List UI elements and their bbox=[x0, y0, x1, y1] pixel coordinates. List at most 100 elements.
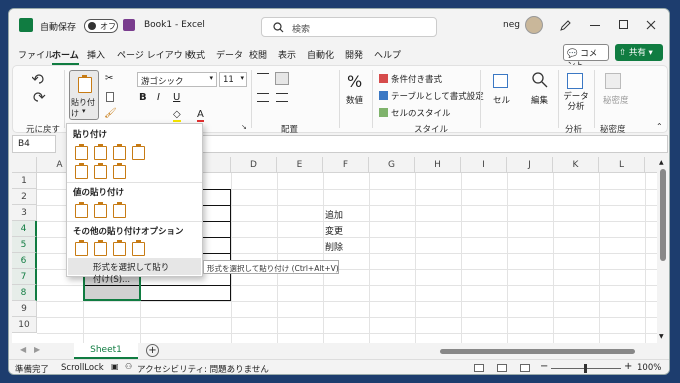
maximize-button[interactable] bbox=[619, 20, 628, 29]
sensitivity-button[interactable]: 秘密度 bbox=[603, 94, 629, 106]
table-format-button[interactable]: テーブルとして書式設定 bbox=[391, 90, 484, 102]
row-header-1[interactable]: 1 bbox=[12, 173, 37, 189]
edit-button[interactable]: 編集 bbox=[531, 94, 548, 106]
name-box[interactable]: B4 bbox=[12, 135, 56, 153]
tab-file[interactable]: ファイル bbox=[18, 48, 54, 61]
select-all-corner[interactable] bbox=[12, 157, 37, 173]
scroll-down-icon[interactable]: ▼ bbox=[659, 333, 664, 340]
cell-f3[interactable]: 追加 bbox=[325, 208, 343, 221]
align-center-button[interactable] bbox=[276, 93, 288, 102]
tab-view[interactable]: 表示 bbox=[278, 48, 296, 61]
scroll-thumb[interactable] bbox=[660, 169, 666, 261]
zoom-level[interactable]: 100% bbox=[637, 363, 661, 373]
tab-review[interactable]: 校閲 bbox=[249, 48, 267, 61]
status-accessibility[interactable]: アクセシビリティ: 問題ありません bbox=[137, 363, 269, 374]
paste-special-item[interactable]: 形式を選択して貼り付け(S)... bbox=[68, 258, 201, 285]
row-header-3[interactable]: 3 bbox=[12, 205, 37, 221]
underline-button[interactable]: U bbox=[173, 92, 180, 103]
redo-icon[interactable] bbox=[32, 91, 46, 103]
paste-values-icon[interactable] bbox=[75, 202, 88, 218]
next-sheet-icon[interactable]: ▶ bbox=[34, 345, 40, 354]
paste-picture-icon[interactable] bbox=[113, 240, 126, 256]
bold-button[interactable]: B bbox=[139, 92, 147, 103]
page-break-view-icon[interactable] bbox=[520, 364, 530, 372]
tab-insert[interactable]: 挿入 bbox=[87, 48, 105, 61]
avatar[interactable] bbox=[525, 16, 543, 34]
paste-option-icon[interactable] bbox=[75, 144, 88, 160]
align-top-button[interactable] bbox=[257, 73, 269, 83]
col-header-m[interactable] bbox=[645, 157, 657, 173]
paste-values-source-icon[interactable] bbox=[113, 202, 126, 218]
row-header-4[interactable]: 4 bbox=[12, 221, 37, 237]
zoom-in-button[interactable]: + bbox=[624, 361, 632, 372]
col-header-k[interactable]: K bbox=[553, 157, 599, 173]
prev-sheet-icon[interactable]: ◀ bbox=[20, 345, 26, 354]
paste-keep-widths-icon[interactable] bbox=[94, 163, 107, 179]
row-header-9[interactable]: 9 bbox=[12, 301, 37, 317]
comment-button[interactable]: 💬 コメント bbox=[563, 44, 609, 71]
conditional-format-button[interactable]: 条件付き書式 bbox=[391, 73, 442, 85]
normal-view-icon[interactable] bbox=[474, 364, 484, 372]
row-header-6[interactable]: 6 bbox=[12, 253, 37, 269]
col-header-d[interactable]: D bbox=[231, 157, 277, 173]
h-scroll-thumb[interactable] bbox=[440, 349, 635, 354]
undo-icon[interactable] bbox=[32, 73, 46, 85]
search-box[interactable]: 検索 bbox=[261, 17, 437, 37]
cell-style-button[interactable]: セルのスタイル bbox=[391, 107, 451, 119]
macro-record-icon[interactable]: ▣ bbox=[111, 362, 119, 371]
cells-button[interactable]: セル bbox=[493, 94, 510, 106]
paste-button[interactable]: 貼り付け ▾ bbox=[69, 70, 99, 120]
horizontal-scrollbar[interactable] bbox=[432, 349, 658, 354]
tab-automate[interactable]: 自動化 bbox=[307, 48, 334, 61]
row-header-7[interactable]: 7 bbox=[12, 269, 37, 285]
italic-button[interactable]: I bbox=[157, 92, 160, 103]
tab-help[interactable]: ヘルプ bbox=[374, 48, 401, 61]
format-painter-icon[interactable]: 🖌 bbox=[104, 108, 117, 119]
font-color-icon[interactable]: A bbox=[197, 109, 204, 122]
col-header-e[interactable]: E bbox=[277, 157, 323, 173]
clipboard-dialog-icon[interactable]: ↘ bbox=[241, 123, 247, 131]
paste-transpose-icon[interactable] bbox=[113, 163, 126, 179]
cut-icon[interactable]: ✂ bbox=[105, 73, 113, 84]
tab-home[interactable]: ホーム bbox=[52, 48, 79, 65]
share-button[interactable]: ⇧ 共有 ▾ bbox=[615, 44, 663, 61]
paste-no-borders-icon[interactable] bbox=[75, 163, 88, 179]
autosave-toggle[interactable]: オフ bbox=[84, 19, 118, 33]
cell-f5[interactable]: 削除 bbox=[325, 240, 343, 253]
fill-color-icon[interactable]: ◇ bbox=[173, 109, 181, 122]
copy-icon[interactable] bbox=[106, 92, 114, 102]
font-name-select[interactable]: 游ゴシック ▾ bbox=[137, 72, 217, 87]
pen-icon[interactable] bbox=[560, 20, 571, 31]
align-middle-button[interactable] bbox=[275, 72, 289, 85]
row-header-5[interactable]: 5 bbox=[12, 237, 37, 253]
align-left-button[interactable] bbox=[257, 93, 269, 102]
col-header-j[interactable]: J bbox=[507, 157, 553, 173]
paste-formatting-icon[interactable] bbox=[75, 240, 88, 256]
zoom-slider-thumb[interactable] bbox=[584, 364, 587, 373]
save-icon[interactable] bbox=[123, 19, 135, 31]
col-header-g[interactable]: G bbox=[369, 157, 415, 173]
collapse-ribbon-icon[interactable]: ⌃ bbox=[656, 122, 663, 131]
sheet-tab-sheet1[interactable]: Sheet1 bbox=[74, 343, 138, 359]
close-icon[interactable] bbox=[646, 20, 656, 30]
add-sheet-button[interactable]: + bbox=[146, 344, 159, 357]
minimize-button[interactable] bbox=[590, 25, 600, 26]
accessibility-icon[interactable]: ⚇ bbox=[125, 362, 132, 371]
paste-link-icon[interactable] bbox=[94, 240, 107, 256]
col-header-f[interactable]: F bbox=[323, 157, 369, 173]
vertical-scrollbar[interactable]: ▲ ▼ bbox=[659, 157, 667, 343]
tab-developer[interactable]: 開発 bbox=[345, 48, 363, 61]
scroll-up-icon[interactable]: ▲ bbox=[659, 159, 664, 166]
font-size-select[interactable]: 11 ▾ bbox=[219, 72, 247, 87]
zoom-out-button[interactable]: − bbox=[540, 361, 548, 372]
paste-formulas-number-icon[interactable] bbox=[113, 144, 126, 160]
row-header-2[interactable]: 2 bbox=[12, 189, 37, 205]
percent-icon[interactable]: % bbox=[347, 72, 362, 91]
row-header-10[interactable]: 10 bbox=[12, 317, 37, 333]
paste-linked-picture-icon[interactable] bbox=[132, 240, 145, 256]
formula-input[interactable] bbox=[177, 135, 668, 153]
tab-formulas[interactable]: 数式 bbox=[187, 48, 205, 61]
col-header-l[interactable]: L bbox=[599, 157, 645, 173]
col-header-i[interactable]: I bbox=[461, 157, 507, 173]
row-header-8[interactable]: 8 bbox=[12, 285, 37, 301]
